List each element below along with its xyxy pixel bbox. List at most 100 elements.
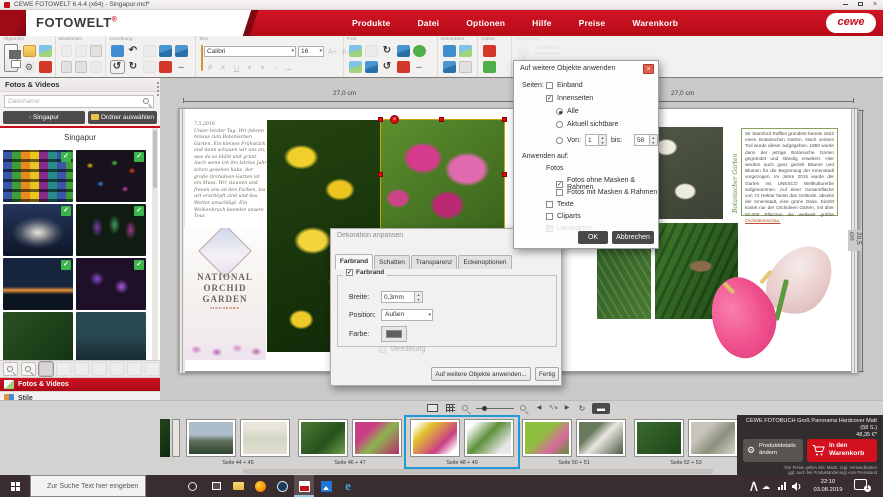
ok-button[interactable]: OK [578, 231, 608, 244]
photo-thumbnail[interactable]: ✓ [3, 150, 73, 202]
cortana-icon[interactable] [182, 475, 202, 497]
partial-spread-thumb[interactable] [172, 419, 180, 457]
more-anordnung-icon[interactable]: ... [175, 61, 188, 73]
media-app-icon[interactable] [272, 475, 292, 497]
close-dialog-button[interactable]: × [643, 64, 654, 74]
add-text-icon[interactable] [201, 45, 203, 71]
texte-checkbox[interactable] [546, 201, 553, 208]
breite-input[interactable] [381, 291, 415, 303]
menu-produkte[interactable]: Produkte [352, 18, 390, 28]
delete-trash-icon[interactable] [90, 45, 102, 57]
photo-orchid-garden-logo[interactable]: NATIONAL ORCHID GARDEN SINGAPORE [184, 228, 266, 360]
clipart-deco-icon[interactable] [459, 45, 472, 57]
rotate-object-icon[interactable]: ↺ [111, 61, 124, 73]
photo-swap-icon[interactable] [397, 45, 410, 57]
edge-icon[interactable]: e [338, 475, 358, 497]
rotate-left-icon[interactable]: ↶ [127, 45, 140, 57]
vertical-caption[interactable]: Botanischer Garten [732, 154, 739, 214]
start-button[interactable] [0, 475, 30, 497]
rotate-right-icon[interactable]: ↻ [127, 61, 140, 73]
photo-rotate-icon[interactable]: ↻ [381, 45, 394, 57]
alle-radio[interactable] [556, 108, 563, 115]
tab-transparenz[interactable]: Transparenz [411, 255, 457, 269]
map-pin-icon[interactable] [483, 45, 496, 57]
spread-thumb-52-53[interactable] [634, 419, 738, 457]
spread-thumb-50-51[interactable] [522, 419, 626, 457]
photo-layers-icon[interactable] [365, 61, 378, 73]
rotate-page-icon[interactable]: ↻ [576, 403, 588, 414]
grid-view-icon[interactable] [39, 362, 54, 376]
info-text-block[interactable]: Sir Stamford Raffles gründete bereits 18… [741, 128, 838, 216]
von-radio[interactable] [556, 137, 563, 144]
next-page-icon[interactable]: ▶ [562, 403, 572, 414]
innenseiten-checkbox[interactable]: ✓ [546, 95, 553, 102]
minimize-button[interactable] [838, 0, 852, 10]
file-explorer-icon[interactable] [228, 475, 248, 497]
fit-view-icon[interactable]: ↖↘ [546, 403, 560, 414]
cewe-app-icon[interactable] [294, 475, 314, 497]
breite-spinner[interactable]: ▴▾ [415, 291, 423, 303]
position-select[interactable]: Außen▾ [381, 309, 433, 321]
bis-spinner[interactable]: ▴▾ [650, 134, 658, 146]
photo-smiley-icon[interactable] [413, 45, 426, 57]
bis-input[interactable] [634, 134, 650, 146]
prev-page-icon[interactable]: ◀ [534, 403, 544, 414]
photo-thumbnail[interactable] [76, 312, 146, 360]
chart-icon[interactable] [483, 61, 496, 73]
fotos-ohne-checkbox[interactable]: ✓ [556, 181, 563, 188]
done-button[interactable]: Fertig [535, 367, 559, 381]
firefox-icon[interactable] [250, 475, 270, 497]
photo-thumbnail[interactable] [3, 312, 73, 360]
photo-thumbnail[interactable]: ✓ [3, 204, 73, 256]
photo-thumbnail[interactable]: ✓ [3, 258, 73, 310]
apply-to-others-button[interactable]: Auf weitere Objekte anwenden... [431, 367, 531, 381]
maximize-button[interactable] [853, 0, 867, 10]
align-icon[interactable] [111, 45, 124, 57]
tab-farbrand[interactable]: Farbrand [335, 254, 373, 269]
cliparts-checkbox[interactable] [546, 213, 553, 220]
tab-schatten[interactable]: Schatten [374, 255, 410, 269]
von-input[interactable] [585, 134, 599, 146]
sidebar-item-fotos-videos[interactable]: Fotos & Videos [0, 378, 160, 392]
add-to-cart-button[interactable]: In den Warenkorb [807, 439, 877, 462]
menu-optionen[interactable]: Optionen [466, 18, 505, 28]
grid-view-icon[interactable] [443, 403, 457, 414]
menu-warenkorb[interactable]: Warenkorb [632, 18, 678, 28]
layer-delete-icon[interactable] [159, 61, 172, 73]
photo-remove-icon[interactable] [397, 61, 410, 73]
journal-text-block[interactable]: 7.5.2018 Unser letzter Tag. Wir fahren h… [194, 122, 268, 221]
cut-icon[interactable] [61, 61, 73, 73]
zoom-out-icon[interactable] [460, 403, 472, 414]
resize-handle[interactable] [378, 172, 383, 177]
menu-datei[interactable]: Datei [417, 18, 439, 28]
tools-icon[interactable] [39, 61, 52, 73]
panel-splitter[interactable] [157, 82, 159, 96]
resize-handle[interactable] [502, 117, 507, 122]
resize-handle[interactable] [439, 117, 444, 122]
single-view-icon[interactable] [424, 403, 440, 414]
font-size-select[interactable]: 16▾ [298, 46, 324, 57]
collapse-strip-toggle[interactable]: ▬ [592, 403, 610, 414]
taskbar-search-input[interactable] [30, 475, 146, 497]
save-icon[interactable] [4, 44, 18, 72]
photo-thumbnail[interactable]: ✓ [76, 150, 146, 202]
photos-app-icon[interactable] [316, 475, 336, 497]
rotate-handle[interactable]: × [390, 115, 399, 124]
spread-thumb-46-47[interactable] [298, 419, 402, 457]
einband-checkbox[interactable] [546, 82, 553, 89]
fotos-mit-checkbox[interactable] [556, 189, 563, 196]
partial-spread-thumb[interactable] [160, 419, 170, 457]
zoom-in-icon[interactable] [518, 403, 530, 414]
tab-eckenoptionen[interactable]: Eckenoptionen [458, 255, 512, 269]
sidebar-scrollbar[interactable] [152, 128, 158, 360]
open-project-icon[interactable] [23, 45, 36, 57]
cancel-button[interactable]: Abbrechen [612, 231, 654, 244]
more-foto-icon[interactable]: ... [413, 61, 426, 73]
bring-forward-icon[interactable] [159, 45, 172, 57]
onedrive-cloud-icon[interactable]: ☁ [762, 475, 770, 497]
photo-edit-icon[interactable] [349, 61, 362, 73]
menu-preise[interactable]: Preise [579, 18, 606, 28]
volume-icon[interactable] [792, 475, 802, 497]
choose-folder-button[interactable]: Ordner auswählen [88, 111, 157, 124]
photo-pink-orchid-selected[interactable]: × [381, 120, 504, 232]
